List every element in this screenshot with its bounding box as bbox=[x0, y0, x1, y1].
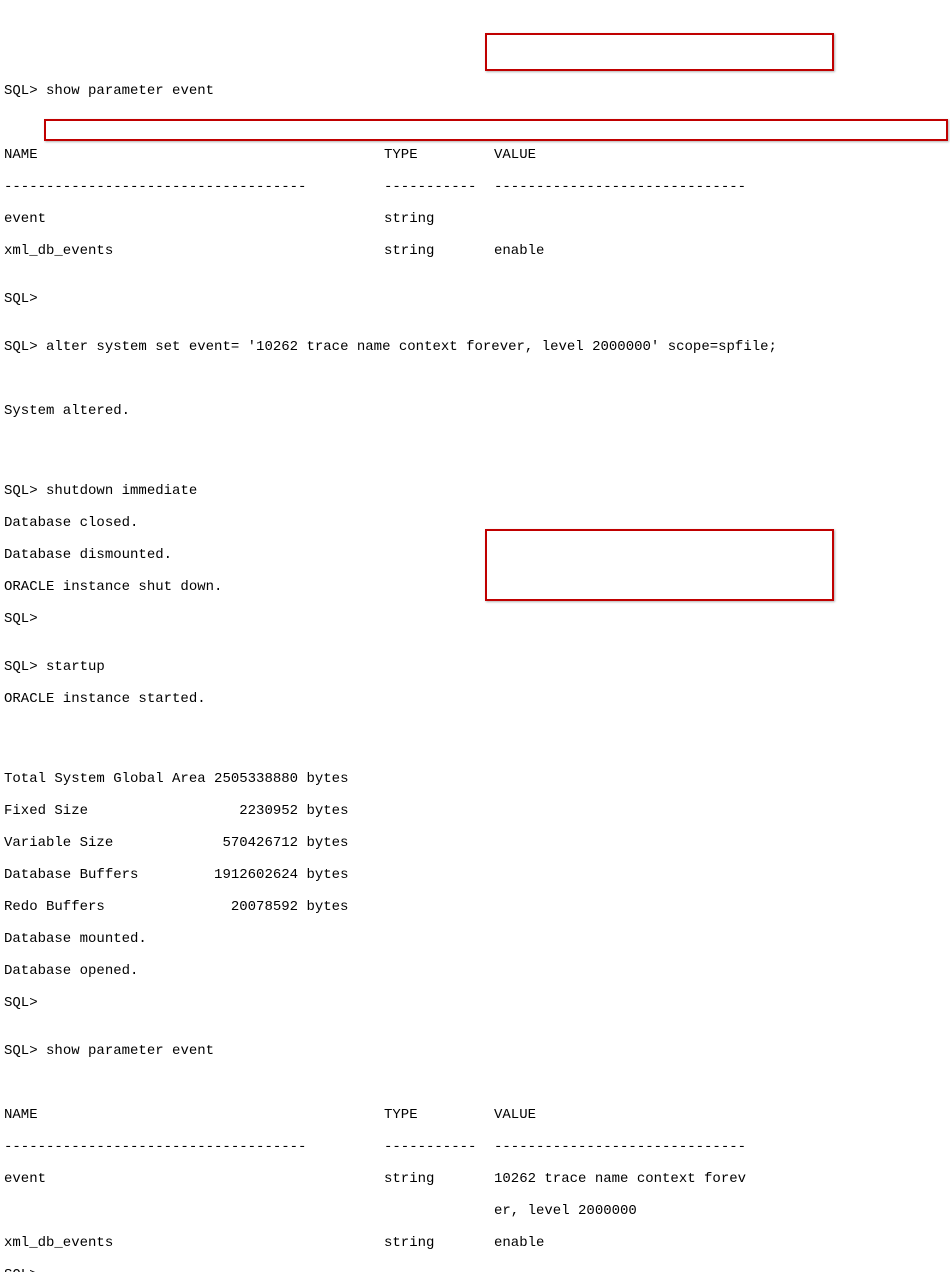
blank-line bbox=[4, 1075, 946, 1091]
command-text: startup bbox=[46, 659, 105, 675]
sql-prompt: SQL> bbox=[4, 995, 38, 1011]
param-name: event bbox=[4, 211, 384, 227]
sga-line: Variable Size 570426712 bytes bbox=[4, 835, 946, 851]
terminal-line: SQL> alter system set event= '10262 trac… bbox=[4, 339, 946, 355]
status-message: ORACLE instance shut down. bbox=[4, 579, 946, 595]
highlight-box bbox=[485, 33, 834, 71]
sga-label: Redo Buffers bbox=[4, 899, 231, 915]
status-message: System altered. bbox=[4, 403, 946, 419]
blank-line bbox=[4, 723, 946, 739]
terminal-line: SQL> bbox=[4, 291, 946, 307]
col-name-header: NAME bbox=[4, 147, 384, 163]
col-value-divider: ------------------------------ bbox=[494, 1139, 946, 1155]
status-message: Database mounted. bbox=[4, 931, 946, 947]
terminal-line: SQL> bbox=[4, 611, 946, 627]
table-row: eventstring10262 trace name context fore… bbox=[4, 1171, 946, 1187]
sga-line: Redo Buffers 20078592 bytes bbox=[4, 899, 946, 915]
param-type: string bbox=[384, 1171, 494, 1187]
sga-label: Total System Global Area bbox=[4, 771, 214, 787]
table-header-row: NAMETYPEVALUE bbox=[4, 147, 946, 163]
command-text: shutdown immediate bbox=[46, 483, 197, 499]
command-text: show parameter event bbox=[46, 83, 214, 99]
terminal-line: SQL> bbox=[4, 995, 946, 1011]
param-value: enable bbox=[494, 1235, 946, 1251]
param-name bbox=[4, 1203, 384, 1219]
param-name: xml_db_events bbox=[4, 1235, 384, 1251]
param-type: string bbox=[384, 211, 494, 227]
table-row: er, level 2000000 bbox=[4, 1203, 946, 1219]
sga-label: Database Buffers bbox=[4, 867, 214, 883]
sga-line: Fixed Size 2230952 bytes bbox=[4, 803, 946, 819]
sga-line: Database Buffers 1912602624 bytes bbox=[4, 867, 946, 883]
param-type bbox=[384, 1203, 494, 1219]
col-type-divider: ----------- bbox=[384, 179, 494, 195]
sql-prompt: SQL> bbox=[4, 83, 38, 99]
param-value: enable bbox=[494, 243, 946, 259]
table-header-row: NAMETYPEVALUE bbox=[4, 1107, 946, 1123]
col-value-header: VALUE bbox=[494, 147, 946, 163]
terminal-line: SQL> startup bbox=[4, 659, 946, 675]
param-type: string bbox=[384, 1235, 494, 1251]
sql-prompt: SQL> bbox=[4, 1267, 38, 1272]
table-row: eventstring bbox=[4, 211, 946, 227]
terminal-line: SQL> show parameter event bbox=[4, 1043, 946, 1059]
sga-line: Total System Global Area 2505338880 byte… bbox=[4, 771, 946, 787]
sql-prompt: SQL> bbox=[4, 1043, 38, 1059]
table-row: xml_db_eventsstringenable bbox=[4, 1235, 946, 1251]
col-name-divider: ------------------------------------ bbox=[4, 1139, 384, 1155]
col-type-divider: ----------- bbox=[384, 1139, 494, 1155]
sga-value: 2505338880 bytes bbox=[214, 771, 348, 787]
blank-line bbox=[4, 115, 946, 131]
col-name-divider: ------------------------------------ bbox=[4, 179, 384, 195]
col-name-header: NAME bbox=[4, 1107, 384, 1123]
status-message: Database dismounted. bbox=[4, 547, 946, 563]
sga-value: 570426712 bytes bbox=[222, 835, 348, 851]
sql-prompt: SQL> bbox=[4, 483, 38, 499]
command-text: show parameter event bbox=[46, 1043, 214, 1059]
sga-value: 20078592 bytes bbox=[231, 899, 349, 915]
col-type-header: TYPE bbox=[384, 1107, 494, 1123]
sql-prompt: SQL> bbox=[4, 291, 38, 307]
col-value-divider: ------------------------------ bbox=[494, 179, 946, 195]
terminal-line: SQL> bbox=[4, 1267, 946, 1272]
sga-value: 1912602624 bytes bbox=[214, 867, 348, 883]
table-divider-row: ----------------------------------------… bbox=[4, 179, 946, 195]
sga-label: Variable Size bbox=[4, 835, 222, 851]
command-text: alter system set event= '10262 trace nam… bbox=[46, 339, 777, 355]
param-name: event bbox=[4, 1171, 384, 1187]
status-message: Database opened. bbox=[4, 963, 946, 979]
status-message: Database closed. bbox=[4, 515, 946, 531]
status-message: ORACLE instance started. bbox=[4, 691, 946, 707]
param-value: er, level 2000000 bbox=[494, 1203, 946, 1219]
sql-prompt: SQL> bbox=[4, 339, 38, 355]
param-value bbox=[494, 211, 946, 227]
sga-value: 2230952 bytes bbox=[239, 803, 348, 819]
terminal-line: SQL> shutdown immediate bbox=[4, 483, 946, 499]
blank-line bbox=[4, 435, 946, 451]
sql-prompt: SQL> bbox=[4, 611, 38, 627]
param-value: 10262 trace name context forev bbox=[494, 1171, 946, 1187]
param-name: xml_db_events bbox=[4, 243, 384, 259]
param-type: string bbox=[384, 243, 494, 259]
sga-label: Fixed Size bbox=[4, 803, 239, 819]
blank-line bbox=[4, 371, 946, 387]
table-row: xml_db_eventsstringenable bbox=[4, 243, 946, 259]
table-divider-row: ----------------------------------------… bbox=[4, 1139, 946, 1155]
col-type-header: TYPE bbox=[384, 147, 494, 163]
sql-prompt: SQL> bbox=[4, 659, 38, 675]
col-value-header: VALUE bbox=[494, 1107, 946, 1123]
terminal-line: SQL> show parameter event bbox=[4, 83, 946, 99]
